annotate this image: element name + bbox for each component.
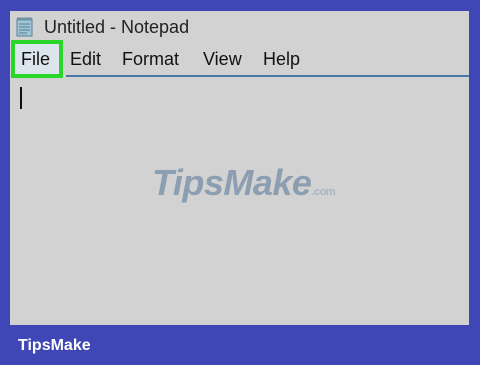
window-title: Untitled - Notepad: [44, 17, 190, 37]
menu-edit[interactable]: Edit: [70, 49, 101, 70]
menu-help[interactable]: Help: [263, 49, 300, 70]
text-caret: [20, 87, 22, 109]
menu-format[interactable]: Format: [122, 49, 179, 70]
title-bar: Untitled - Notepad: [10, 11, 469, 45]
notepad-window: Untitled - Notepad File Edit Format View…: [10, 11, 469, 325]
menu-file[interactable]: File: [21, 49, 50, 70]
text-editor-area[interactable]: TipsMake.com: [10, 78, 469, 325]
menu-divider: [66, 75, 469, 77]
notepad-icon: [16, 17, 33, 37]
watermark-suffix: .com: [311, 186, 336, 198]
watermark-brand: TipsMake: [152, 162, 312, 203]
menu-bar: File Edit Format View Help: [10, 45, 469, 77]
watermark-logo: TipsMake.com: [152, 162, 336, 204]
footer-brand: TipsMake: [18, 337, 91, 354]
menu-view[interactable]: View: [203, 49, 242, 70]
